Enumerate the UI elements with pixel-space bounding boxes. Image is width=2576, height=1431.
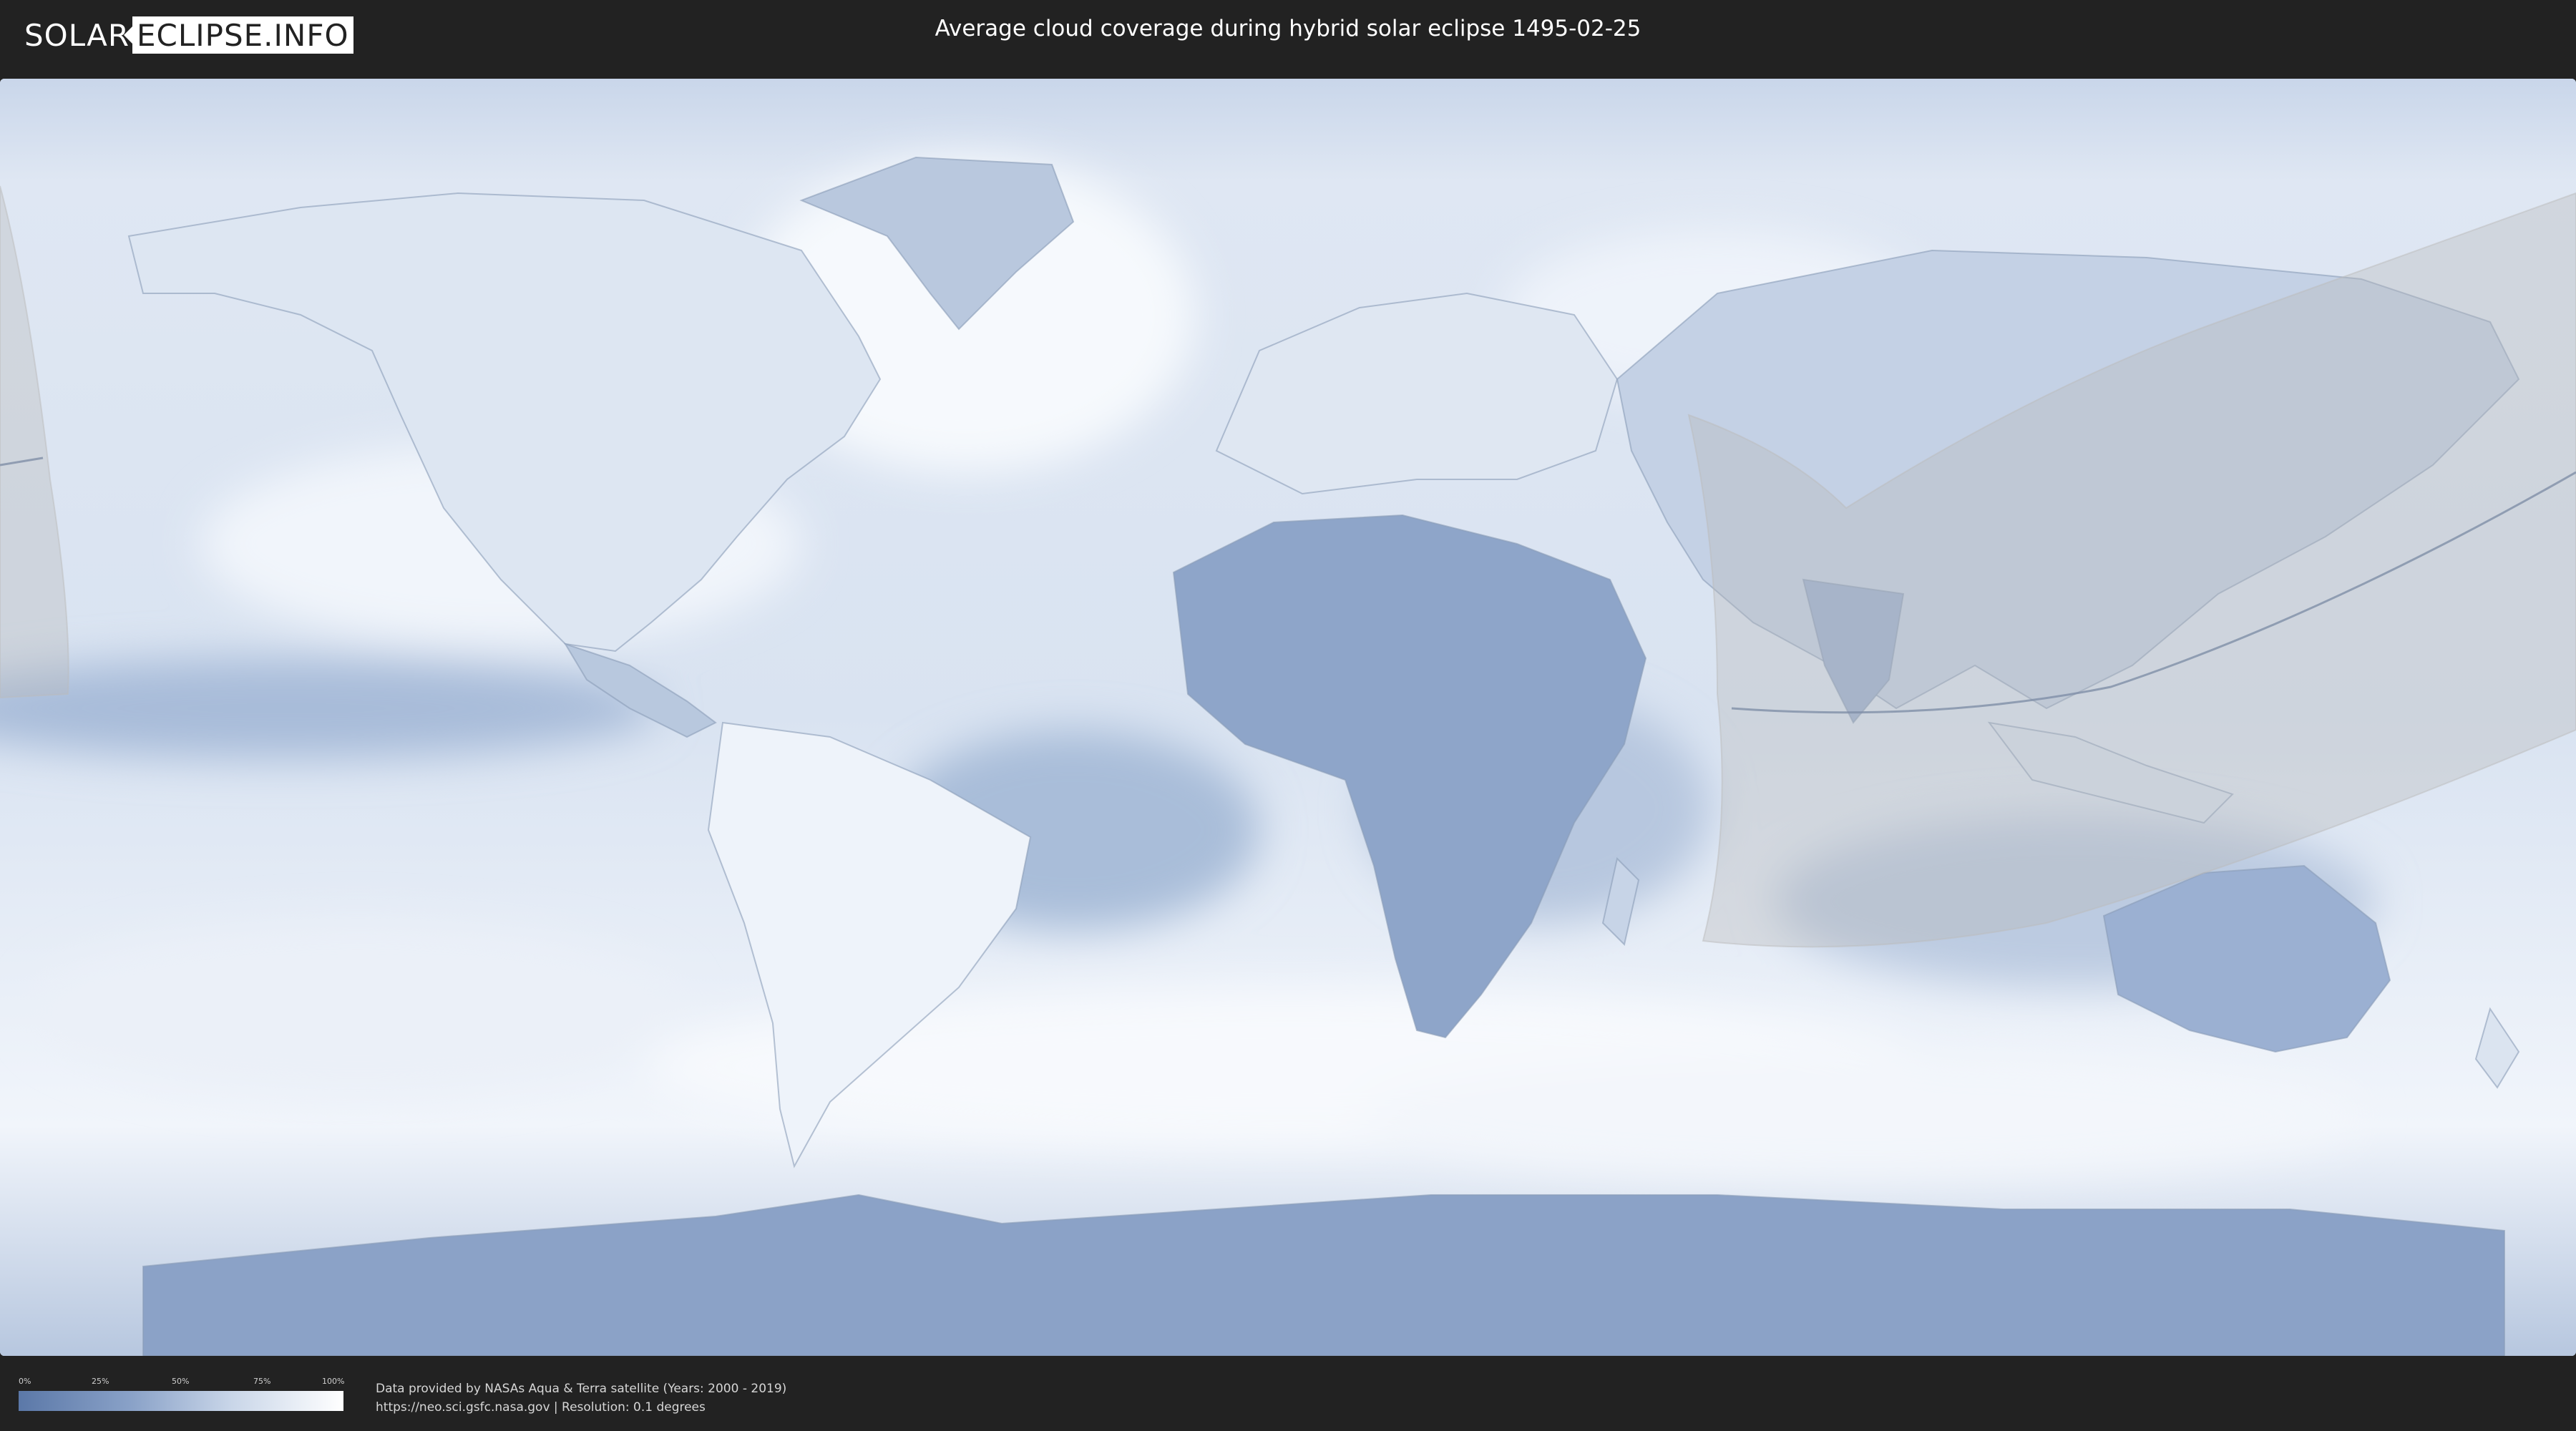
data-credits: Data provided by NASAs Aqua & Terra sate…	[376, 1379, 786, 1417]
legend-gradient-bar	[19, 1391, 343, 1411]
legend-tick-0: 0%	[19, 1377, 31, 1386]
legend-tick-100: 100%	[322, 1377, 345, 1386]
cloud-coverage-legend: 0% 25% 50% 75% 100%	[19, 1377, 345, 1411]
legend-tick-50: 50%	[172, 1377, 190, 1386]
credit-line-2: https://neo.sci.gsfc.nasa.gov | Resoluti…	[376, 1400, 706, 1415]
legend-tick-75: 75%	[253, 1377, 271, 1386]
cloud-coverage-map[interactable]	[0, 79, 2576, 1356]
page-title: Average cloud coverage during hybrid sol…	[935, 16, 1641, 41]
world-map-svg	[0, 79, 2576, 1356]
legend-tick-25: 25%	[92, 1377, 109, 1386]
credit-line-1: Data provided by NASAs Aqua & Terra sate…	[376, 1382, 787, 1396]
header-bar: SOLAR ECLIPSE.INFO Average cloud coverag…	[0, 0, 2576, 70]
legend-ticks: 0% 25% 50% 75% 100%	[19, 1377, 345, 1388]
